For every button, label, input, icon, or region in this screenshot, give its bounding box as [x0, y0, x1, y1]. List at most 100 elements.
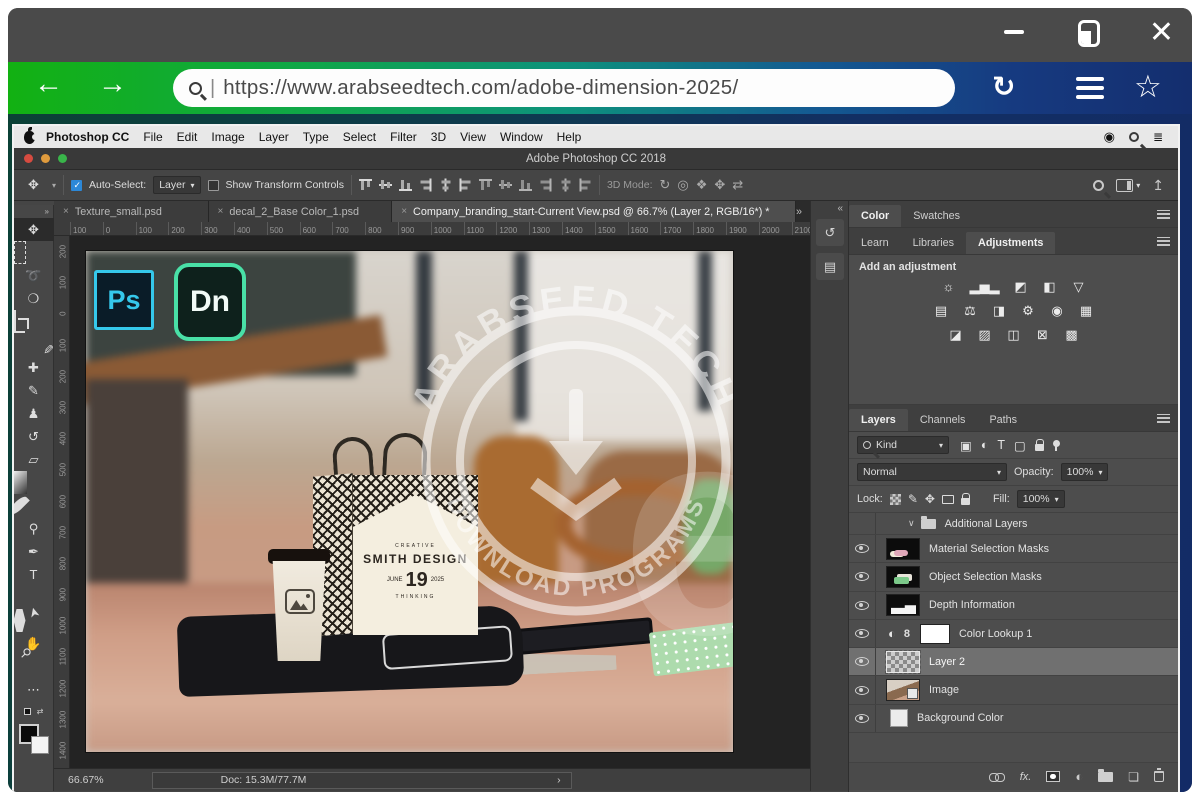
expand-panels-icon[interactable]: «	[837, 203, 843, 214]
panel-menu-icon[interactable]	[1157, 210, 1170, 221]
visibility-toggle[interactable]	[849, 676, 876, 703]
forward-icon[interactable]: →	[98, 68, 127, 101]
roll-3d-icon[interactable]: ◎	[677, 177, 688, 193]
layer-name[interactable]: Image	[929, 684, 959, 696]
maximize-icon[interactable]	[1078, 20, 1100, 47]
group-name[interactable]: Additional Layers	[945, 518, 1028, 530]
align-vertical-center-icon[interactable]	[379, 179, 392, 191]
menu-item[interactable]: Filter	[383, 130, 424, 144]
layer-thumbnail[interactable]	[886, 538, 920, 560]
blend-mode-dropdown[interactable]: Normal▾	[857, 463, 1007, 481]
tab-swatches[interactable]: Swatches	[901, 205, 972, 227]
close-window-icon[interactable]	[24, 154, 33, 163]
visibility-toggle[interactable]	[849, 563, 876, 590]
dodge-tool[interactable]: ⚲	[14, 517, 54, 540]
opacity-dropdown[interactable]: 100%▾	[1061, 463, 1109, 481]
properties-panel-icon[interactable]: ▤	[816, 253, 844, 280]
eye-icon[interactable]	[855, 629, 869, 638]
status-chevron-icon[interactable]: ›	[557, 774, 561, 786]
eye-icon[interactable]	[855, 714, 869, 723]
layer-name[interactable]: Color Lookup 1	[959, 628, 1032, 640]
adjustment-icon[interactable]: ◧	[1042, 279, 1058, 295]
move-tool[interactable]: ✥	[14, 218, 54, 241]
adjustment-icon[interactable]: ⚖	[962, 303, 978, 319]
eye-icon[interactable]	[855, 686, 869, 695]
lock-position-icon[interactable]: ✥	[925, 492, 935, 506]
adjustment-icon[interactable]: ▩	[1064, 327, 1080, 343]
workspace-switcher[interactable]: ▾	[1116, 179, 1140, 192]
ps-search-icon[interactable]	[1093, 180, 1104, 191]
blur-tool[interactable]	[12, 494, 29, 517]
adjustment-icon[interactable]: ◩	[1013, 279, 1029, 295]
spot-healing-tool[interactable]: ✚	[14, 356, 54, 379]
history-panel-icon[interactable]: ↺	[816, 219, 844, 246]
layer-row[interactable]: Material Selection Masks	[849, 535, 1178, 563]
doc-size-field[interactable]: Doc: 15.3M/77.7M ›	[152, 772, 572, 789]
adjustment-icon[interactable]: ◨	[991, 303, 1007, 319]
apple-icon[interactable]	[24, 131, 35, 144]
filter-toggle-icon[interactable]	[1053, 440, 1060, 447]
auto-select-checkbox[interactable]	[71, 180, 82, 191]
tab-decal-base-color[interactable]: ×decal_2_Base Color_1.psd	[209, 201, 393, 222]
tab-layers[interactable]: Layers	[849, 409, 908, 431]
menu-item[interactable]: Edit	[170, 130, 205, 144]
layer-row[interactable]: Object Selection Masks	[849, 563, 1178, 591]
default-colors-icon[interactable]	[24, 708, 31, 715]
lock-paint-icon[interactable]: ✎	[908, 492, 918, 506]
tab-libraries[interactable]: Libraries	[901, 232, 966, 254]
adjustment-icon[interactable]: ⊠	[1035, 327, 1051, 343]
layer-thumbnail[interactable]	[886, 594, 920, 616]
clone-stamp-tool[interactable]: ♟	[14, 402, 54, 425]
swap-colors-icon[interactable]: ⇄	[37, 707, 44, 716]
drag-3d-icon[interactable]: ❖	[696, 177, 708, 193]
adjustment-icon[interactable]: ☼	[941, 279, 957, 295]
adjustment-icon[interactable]: ▤	[933, 303, 949, 319]
pen-tool[interactable]: ✒	[14, 540, 54, 563]
close-tab-icon[interactable]: ×	[218, 206, 224, 217]
menu-item[interactable]: Layer	[252, 130, 296, 144]
layer-thumbnail[interactable]	[890, 709, 908, 727]
scale-3d-icon[interactable]: ⇄	[732, 177, 743, 193]
adjustment-icon[interactable]: ◪	[948, 327, 964, 343]
tab-overflow-icon[interactable]: »	[796, 201, 810, 222]
layer-thumbnail[interactable]	[886, 651, 920, 673]
marquee-tool[interactable]	[14, 241, 26, 264]
close-icon[interactable]: ✕	[1149, 14, 1174, 52]
panel-menu-icon[interactable]	[1157, 237, 1170, 248]
back-icon[interactable]: ←	[34, 68, 63, 101]
layer-group-row[interactable]: ∨ Additional Layers	[849, 513, 1178, 535]
history-brush-tool[interactable]: ↺	[14, 425, 54, 448]
layer-name[interactable]: Background Color	[917, 712, 1003, 724]
link-layers-icon[interactable]	[989, 773, 1005, 781]
document-image[interactable]: CREATIVE SMITH DESIGN JUNE192025 THINKIN…	[86, 251, 733, 752]
menu-item[interactable]: Window	[493, 130, 550, 144]
menu-item[interactable]: Help	[550, 130, 589, 144]
visibility-toggle[interactable]	[849, 705, 876, 732]
layer-row[interactable]: Depth Information	[849, 592, 1178, 620]
zoom-window-icon[interactable]	[58, 154, 67, 163]
close-tab-icon[interactable]: ×	[63, 206, 69, 217]
layer-row[interactable]: Image	[849, 676, 1178, 704]
menu-item[interactable]: Type	[296, 130, 336, 144]
layer-row[interactable]: Background Color	[849, 705, 1178, 733]
adjustment-icon[interactable]: ◉	[1049, 303, 1065, 319]
adjustment-icon[interactable]: ◫	[1006, 327, 1022, 343]
notification-center-icon[interactable]: ≣	[1153, 130, 1164, 144]
menu-item[interactable]: Image	[204, 130, 251, 144]
tab-channels[interactable]: Channels	[908, 409, 978, 431]
distribute-horizontal-icon[interactable]	[559, 179, 571, 192]
eye-icon[interactable]	[855, 601, 869, 610]
chevron-down-icon[interactable]: ∨	[908, 518, 915, 529]
gradient-tool[interactable]	[14, 471, 27, 494]
visibility-toggle[interactable]	[849, 535, 876, 562]
align-bottom-icon[interactable]	[399, 179, 412, 191]
tab-color[interactable]: Color	[849, 205, 901, 227]
tab-adjustments[interactable]: Adjustments	[966, 232, 1055, 254]
menu-icon[interactable]	[1076, 77, 1104, 104]
close-tab-icon[interactable]: ×	[401, 206, 407, 217]
fill-dropdown[interactable]: 100%▾	[1017, 490, 1065, 508]
collapse-tools-icon[interactable]: »	[41, 205, 53, 218]
tab-company-branding[interactable]: ×Company_branding_start-Current View.psd…	[392, 201, 796, 222]
visibility-toggle[interactable]	[849, 648, 876, 675]
layer-thumbnail[interactable]	[886, 679, 920, 701]
